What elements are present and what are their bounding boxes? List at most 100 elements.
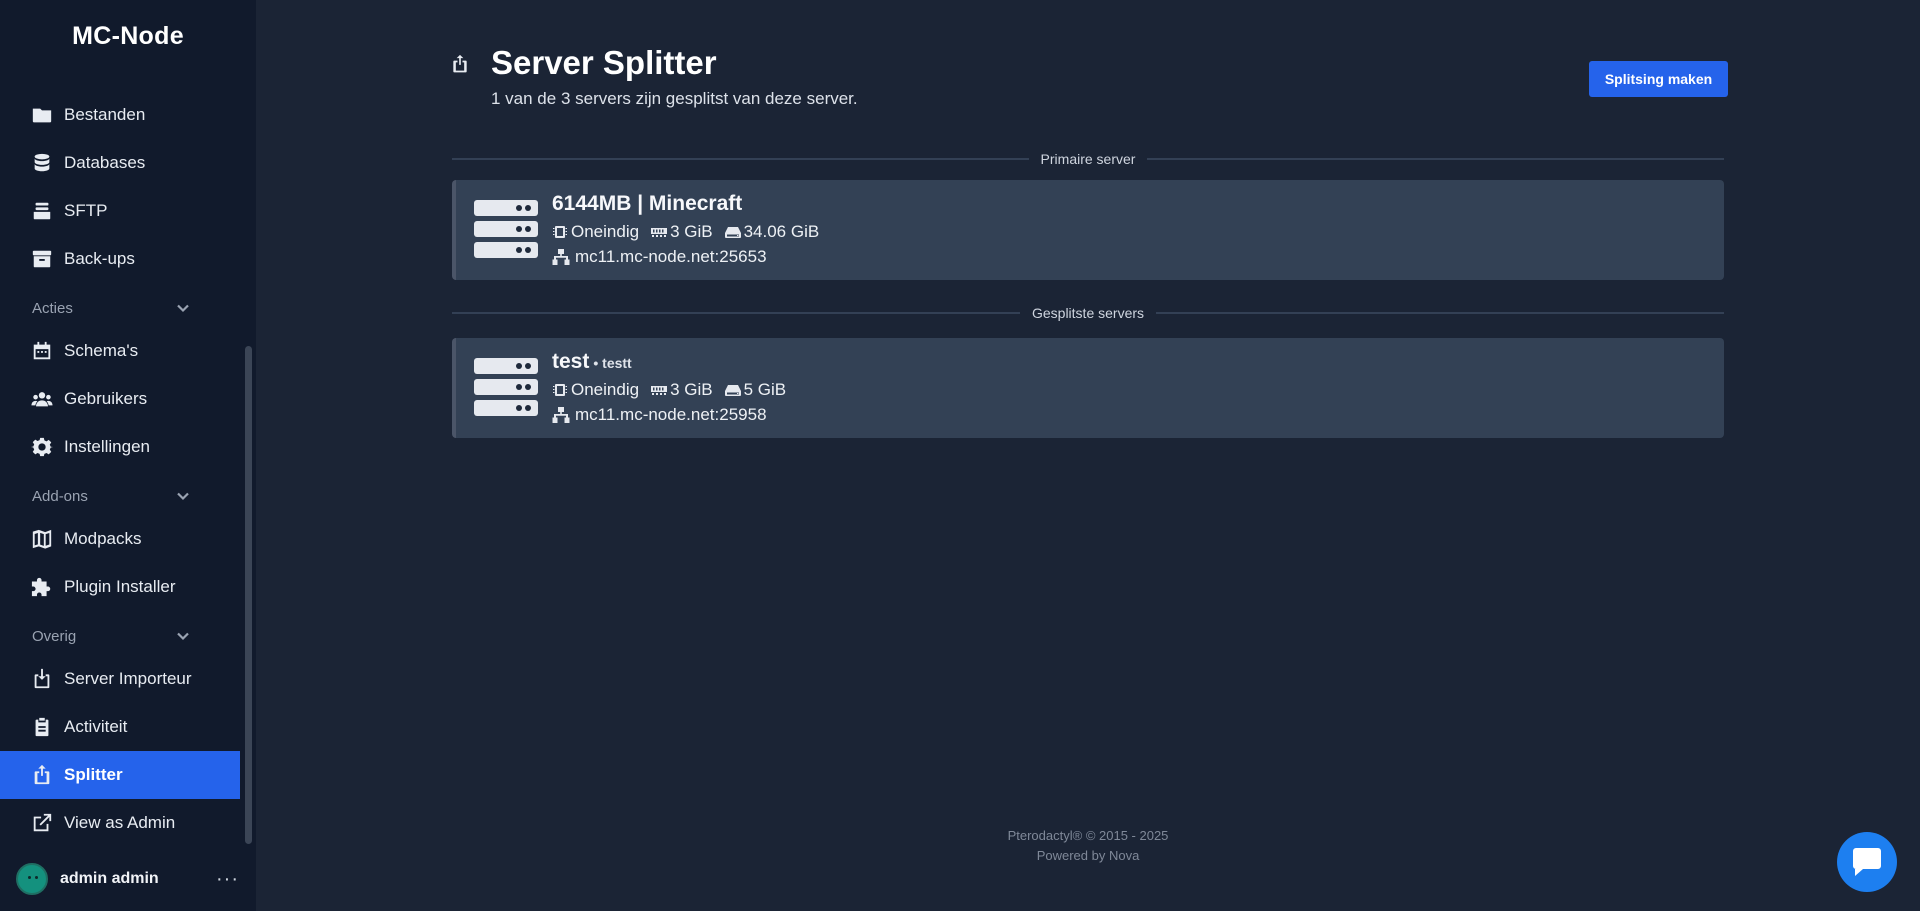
hdd-icon <box>724 385 741 396</box>
server-address[interactable]: mc11.mc-node.net:25653 <box>552 247 767 267</box>
server-icon-row <box>474 358 538 374</box>
sidebar-item-bestanden[interactable]: Bestanden <box>0 91 240 139</box>
section-overig[interactable]: Overig <box>0 621 240 651</box>
server-icon <box>474 200 538 258</box>
sidebar-item-modpacks[interactable]: Modpacks <box>0 515 240 563</box>
server-icon-row <box>474 200 538 216</box>
sidebar-item-databases[interactable]: Databases <box>0 139 240 187</box>
sidebar-item-label: Back-ups <box>64 249 135 268</box>
disk-value: 5 GiB <box>743 380 787 399</box>
disk-value: 34.06 GiB <box>743 222 820 241</box>
database-icon <box>30 151 54 175</box>
section-label: Acties <box>32 299 73 317</box>
footer: Pterodactyl® © 2015 - 2025 Powered by No… <box>952 826 1224 866</box>
sidebar-item-label: Server Importeur <box>64 669 192 688</box>
footer-powered[interactable]: Powered by Nova <box>952 846 1224 866</box>
sidebar-item-label: Activiteit <box>64 717 128 736</box>
sidebar-item-sftp[interactable]: SFTP <box>0 187 240 235</box>
memory-stat: 3 GiB <box>651 222 713 242</box>
server-name-text: test <box>552 350 590 373</box>
sidebar: MC-Node Bestanden Databases SFTP Back-up… <box>0 0 256 911</box>
cpu-stat: Oneindig <box>552 380 639 400</box>
cpu-icon <box>553 384 567 396</box>
user-menu-button[interactable]: ··· <box>216 868 239 891</box>
split-server-card[interactable]: test • testt Oneindig 3 GiB 5 GiB mc11.mc… <box>452 338 1724 438</box>
sidebar-item-label: Splitter <box>64 765 123 784</box>
server-name: 6144MB | Minecraft <box>552 192 746 216</box>
memory-value: 3 GiB <box>670 222 713 241</box>
sidebar-item-label: Modpacks <box>64 529 142 548</box>
server-stats: Oneindig 3 GiB 5 GiB <box>552 380 798 400</box>
cpu-stat: Oneindig <box>552 222 639 242</box>
section-label: Add-ons <box>32 487 88 505</box>
sidebar-item-gebruikers[interactable]: Gebruikers <box>0 375 240 423</box>
archive-icon <box>30 247 54 271</box>
chevron-down-icon <box>177 632 189 641</box>
user-bar: admin admin ··· <box>0 858 256 900</box>
sidebar-item-instellingen[interactable]: Instellingen <box>0 423 240 471</box>
divider-line <box>1147 158 1724 160</box>
gear-icon <box>30 435 54 459</box>
folder-icon <box>30 103 54 127</box>
sidebar-item-label: Plugin Installer <box>64 577 176 596</box>
sidebar-item-label: Gebruikers <box>64 389 148 408</box>
footer-copyright[interactable]: Pterodactyl® © 2015 - 2025 <box>952 826 1224 846</box>
server-icon-row <box>474 242 538 258</box>
address-value: mc11.mc-node.net:25653 <box>575 247 767 266</box>
chat-button[interactable] <box>1837 832 1897 892</box>
memory-stat: 3 GiB <box>651 380 713 400</box>
page-title: Server Splitter <box>491 44 717 81</box>
sidebar-item-view-as-admin[interactable]: View as Admin <box>0 799 240 847</box>
server-address[interactable]: mc11.mc-node.net:25958 <box>552 405 767 425</box>
brand-logo[interactable]: MC-Node <box>0 22 256 51</box>
avatar[interactable] <box>16 863 48 895</box>
cpu-icon <box>553 226 567 238</box>
sidebar-item-splitter[interactable]: Splitter <box>0 751 240 799</box>
network-icon <box>552 249 570 265</box>
section-acties[interactable]: Acties <box>0 293 240 323</box>
server-icon-row <box>474 400 538 416</box>
sidebar-item-backups[interactable]: Back-ups <box>0 235 240 283</box>
section-addons[interactable]: Add-ons <box>0 481 240 511</box>
sidebar-item-activiteit[interactable]: Activiteit <box>0 703 240 751</box>
chevron-down-icon <box>177 304 189 313</box>
sidebar-item-schemas[interactable]: Schema's <box>0 327 240 375</box>
cpu-value: Oneindig <box>571 380 640 399</box>
server-icon-row <box>474 221 538 237</box>
puzzle-icon <box>30 575 54 599</box>
divider-line <box>452 158 1029 160</box>
chat-icon <box>1853 848 1881 876</box>
divider-line <box>452 312 1020 314</box>
users-icon <box>30 387 54 411</box>
clipboard-icon <box>30 715 54 739</box>
sidebar-item-plugin-installer[interactable]: Plugin Installer <box>0 563 240 611</box>
divider-label: Gesplitste servers <box>1031 305 1145 321</box>
server-icon <box>474 358 538 416</box>
server-icon-row <box>474 379 538 395</box>
user-name: admin admin <box>60 870 159 887</box>
sidebar-item-label: Bestanden <box>64 105 146 124</box>
sidebar-item-label: View as Admin <box>64 813 176 832</box>
sidebar-item-label: Schema's <box>64 341 139 360</box>
create-split-button[interactable]: Splitsing maken <box>1589 61 1728 97</box>
sidebar-scrollbar[interactable] <box>245 346 252 844</box>
sidebar-item-label: Instellingen <box>64 437 151 456</box>
primary-server-card[interactable]: 6144MB | Minecraft Oneindig 3 GiB 34.06 … <box>452 180 1724 280</box>
address-value: mc11.mc-node.net:25958 <box>575 405 767 424</box>
server-stats: Oneindig 3 GiB 34.06 GiB <box>552 222 831 242</box>
memory-icon <box>651 228 668 237</box>
calendar-icon <box>30 339 54 363</box>
memory-icon <box>651 386 668 395</box>
sidebar-item-label: SFTP <box>64 201 108 220</box>
divider-split: Gesplitste servers <box>452 303 1725 323</box>
sidebar-item-server-importeur[interactable]: Server Importeur <box>0 655 240 703</box>
section-label: Overig <box>32 627 77 645</box>
sftp-icon <box>30 199 54 223</box>
cpu-value: Oneindig <box>571 222 640 241</box>
divider-primary: Primaire server <box>452 149 1724 169</box>
divider-label: Primaire server <box>1040 151 1136 167</box>
page-subtitle: 1 van de 3 servers zijn gesplitst van de… <box>491 89 858 108</box>
external-link-icon <box>30 811 54 835</box>
memory-value: 3 GiB <box>670 380 713 399</box>
map-icon <box>30 527 54 551</box>
